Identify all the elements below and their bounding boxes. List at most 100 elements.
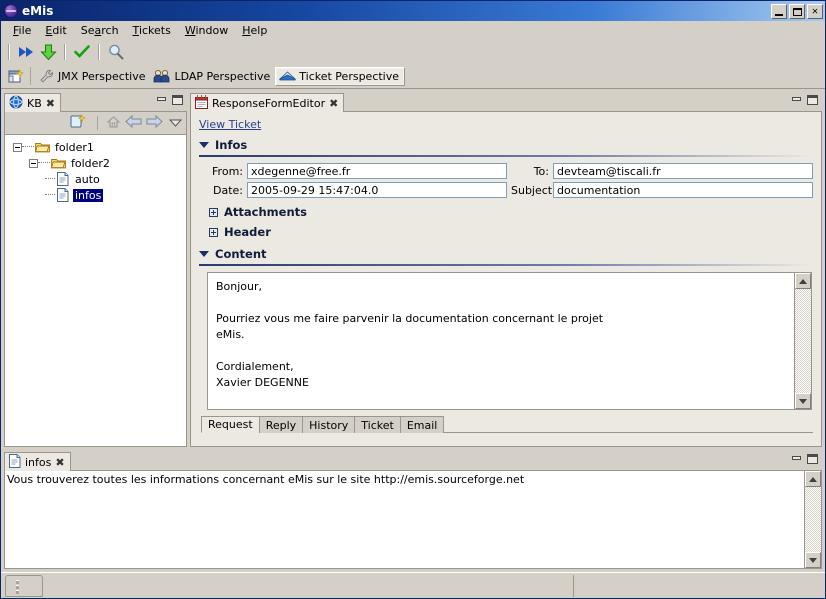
editor-bottom-tabs: Request Reply History Ticket Email [199,414,813,433]
tree-item-label: folder2 [71,156,110,170]
perspective-tab-jmx[interactable]: JMX Perspective [36,67,150,86]
forward-arrow-icon[interactable] [146,114,163,131]
perspective-label-ldap: LDAP Perspective [174,69,271,83]
perspective-tab-ticket[interactable]: Ticket Perspective [275,66,406,86]
view-ticket-link[interactable]: View Ticket [199,118,813,131]
download-arrow-icon[interactable] [37,41,59,63]
menu-help[interactable]: Help [235,22,274,39]
menu-search[interactable]: Search [74,22,126,39]
tree-expander[interactable] [29,158,38,168]
infos-scroll-up-button[interactable] [805,471,821,487]
workbench: KB ✖ folder1 folder2 auto infos Response… [1,89,825,572]
document-icon [9,453,21,471]
perspective-tab-ldap[interactable]: LDAP Perspective [150,67,275,86]
new-note-icon[interactable] [70,113,86,132]
form-icon [195,94,208,112]
infos-view-tab[interactable]: infos ✖ [4,452,71,471]
editor-maximize-icon[interactable] [807,94,818,105]
search-magnifier-icon[interactable] [105,41,127,63]
infos-scroll-down-button[interactable] [805,552,821,568]
twisty-expanded-icon[interactable] [199,251,209,257]
from-label: From: [212,164,243,178]
folder-icon [35,141,50,153]
kb-tabrow-filler [60,92,152,112]
kb-view-tab[interactable]: KB ✖ [4,93,61,112]
tree-item-label-selected: infos [73,188,104,202]
from-field[interactable]: xdegenne@free.fr [247,163,507,179]
menu-window[interactable]: Window [178,22,235,39]
tab-email[interactable]: Email [399,416,445,433]
infos-tab-close-icon[interactable]: ✖ [55,457,64,468]
home-icon[interactable] [106,115,121,132]
editor-tab-responseformeditor[interactable]: ResponseFormEditor ✖ [190,93,345,112]
perspective-separator [30,67,31,85]
kb-minimize-icon[interactable] [156,95,167,104]
scroll-track[interactable] [795,289,811,393]
content-vertical-scrollbar[interactable] [794,273,811,409]
tree-connector [22,146,34,148]
tab-request[interactable]: Request [201,416,260,433]
scroll-down-button[interactable] [795,393,811,409]
editor-body: View Ticket Infos From: xdegenne@free.fr… [190,112,822,447]
infos-panel-body: Vous trouverez toutes les informations c… [4,471,822,569]
scroll-up-button[interactable] [795,273,811,289]
tree-row[interactable]: infos [5,187,186,203]
editor-tabrow-buttons [787,90,822,112]
title-bar: eMis ✕ [1,1,825,21]
kb-view-panel: KB ✖ folder1 folder2 auto infos [4,92,187,447]
tree-row[interactable]: folder2 [5,155,186,171]
window-title: eMis [22,4,54,18]
section-rule [199,264,813,266]
globe-icon [9,95,23,112]
close-button[interactable]: ✕ [807,3,823,19]
perspective-label-ticket: Ticket Perspective [299,69,400,83]
status-resize-grip[interactable] [5,574,43,597]
fast-forward-icon[interactable] [15,41,37,63]
tree-expander[interactable] [13,142,22,152]
content-textarea[interactable]: Bonjour, Pourriez vous me faire parvenir… [208,273,794,409]
tree-item-label: folder1 [55,140,94,154]
menu-file[interactable]: File [6,22,38,39]
section-header-attachments[interactable]: Attachments [209,205,813,219]
kb-maximize-icon[interactable] [172,94,183,105]
infos-tabrow-buttons [787,449,822,471]
perspective-label-jmx: JMX Perspective [58,69,146,83]
subject-field[interactable]: documentation [553,182,813,198]
date-field[interactable]: 2005-09-29 15:47:04.0 [247,182,507,198]
tree-row[interactable]: auto [5,171,186,187]
to-field[interactable]: devteam@tiscali.fr [553,163,813,179]
section-header-header[interactable]: Header [209,225,813,239]
tree-row[interactable]: folder1 [5,139,186,155]
open-perspective-icon[interactable] [7,67,25,85]
tree-connector [45,178,55,180]
editor-minimize-icon[interactable] [791,95,802,104]
maximize-button[interactable] [789,3,805,19]
view-menu-chevron-icon[interactable] [168,117,183,130]
menu-edit[interactable]: Edit [38,22,73,39]
section-header-content[interactable]: Content [199,247,813,261]
kb-tree[interactable]: folder1 folder2 auto infos [5,135,186,446]
twisty-expanded-icon[interactable] [199,142,209,148]
editor-tab-close-icon[interactable]: ✖ [329,98,338,109]
tab-history[interactable]: History [302,416,356,433]
infos-scroll-track[interactable] [805,487,821,552]
twisty-collapsed-icon[interactable] [209,207,218,217]
toolbar-separator-2 [64,44,66,60]
menu-tickets[interactable]: Tickets [126,22,178,39]
back-arrow-icon[interactable] [125,114,142,131]
minimize-button[interactable] [771,3,787,19]
tree-connector [38,162,50,164]
section-header-infos[interactable]: Infos [199,138,813,152]
kb-tab-close-icon[interactable]: ✖ [46,98,55,109]
infos-text[interactable]: Vous trouverez toutes les informations c… [5,471,804,568]
check-icon[interactable] [71,41,93,63]
section-title-content: Content [215,247,267,261]
editor-tab-row: ResponseFormEditor ✖ [190,92,822,112]
infos-maximize-icon[interactable] [807,453,818,464]
document-icon [57,172,69,186]
tab-reply[interactable]: Reply [258,416,304,433]
tab-ticket[interactable]: Ticket [354,416,401,433]
twisty-collapsed-icon[interactable] [209,227,218,237]
infos-minimize-icon[interactable] [791,454,802,463]
infos-vertical-scrollbar[interactable] [804,471,821,568]
